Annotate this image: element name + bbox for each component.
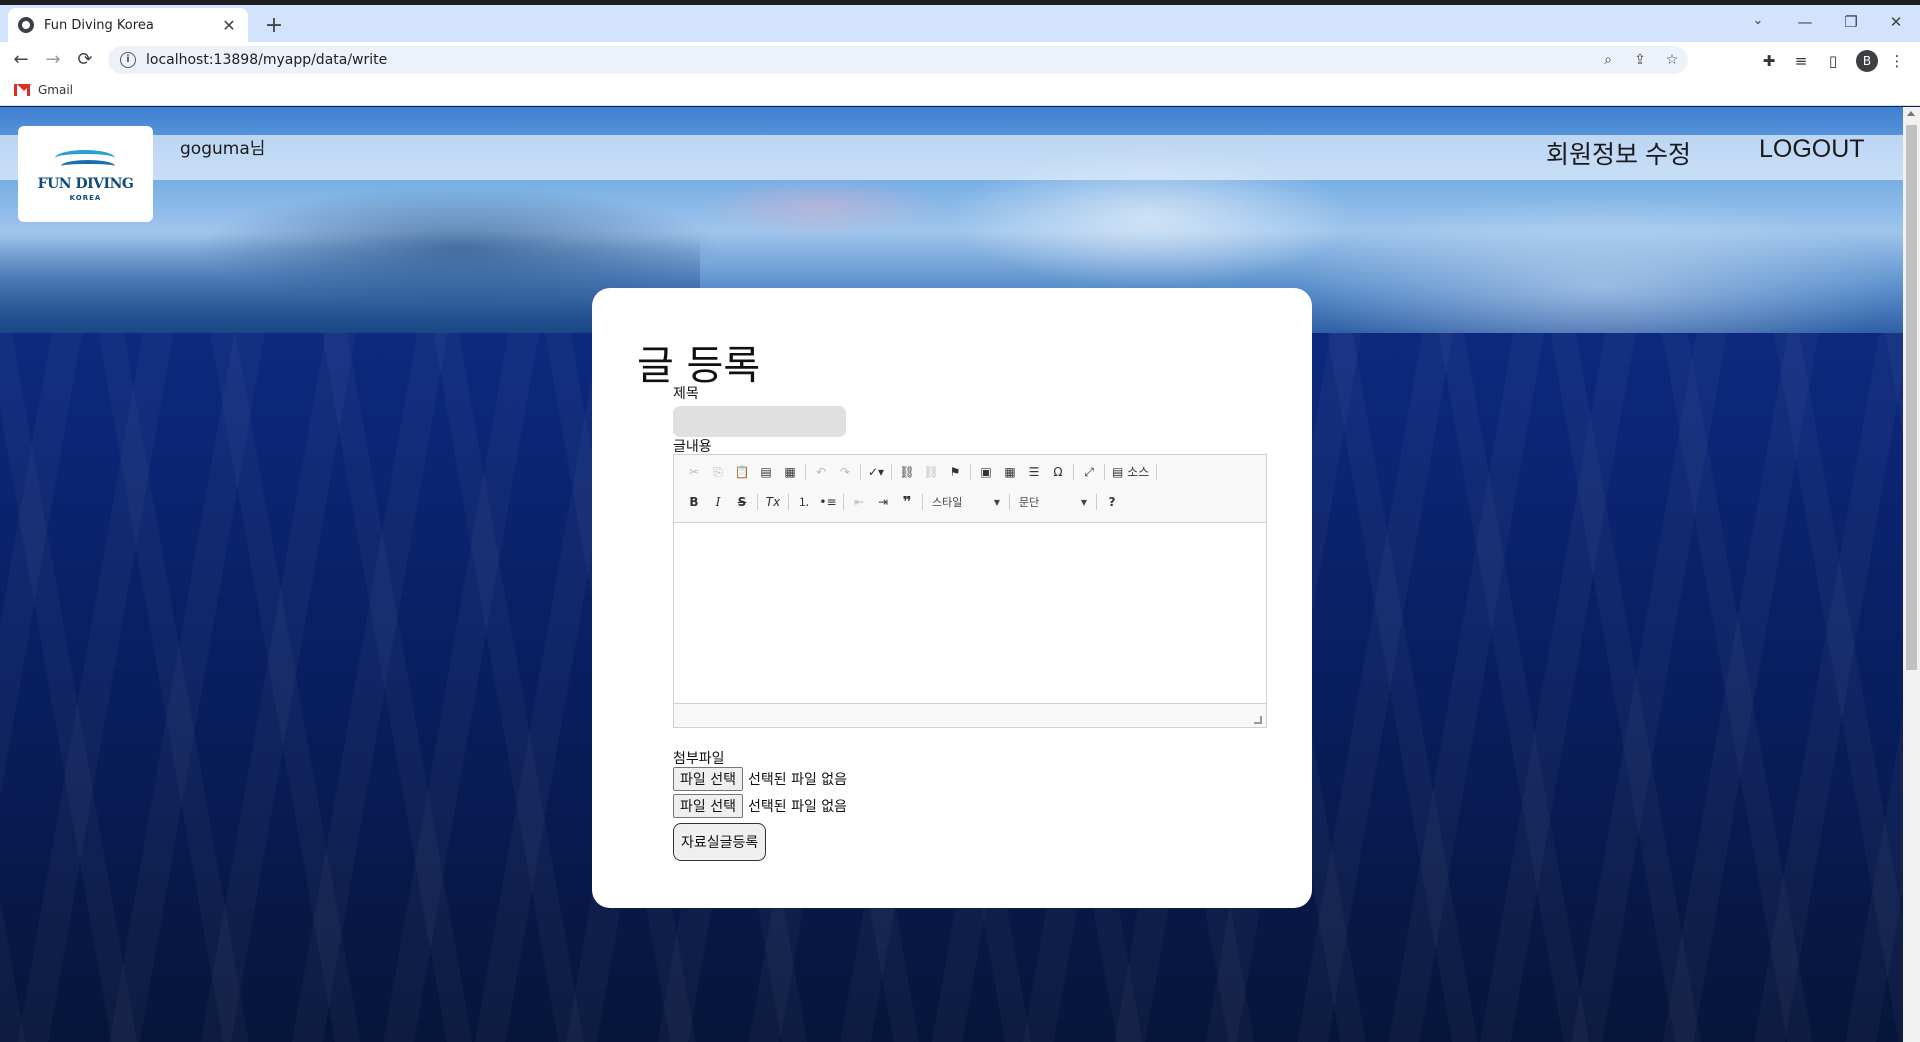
address-bar[interactable]: i localhost:13898/myapp/data/write ⌕ ⇪ ☆ [108,46,1688,74]
tab-strip: Fun Diving Korea ✕ + ⌄ — ❐ ✕ [0,5,1920,42]
zoom-icon[interactable]: ⌕ [1592,52,1624,68]
media-queue-icon[interactable]: ≡ [1790,50,1812,72]
paste-word-icon[interactable]: ▦ [778,461,802,483]
url-text[interactable]: localhost:13898/myapp/data/write [146,52,1592,68]
extensions-icon[interactable]: ✚ [1758,50,1780,72]
file-input-2: 파일 선택 선택된 파일 없음 [673,794,847,818]
site-info-icon[interactable]: i [120,52,136,68]
browser-tab[interactable]: Fun Diving Korea ✕ [8,8,248,42]
window-close-button[interactable]: ✕ [1884,13,1908,31]
logo-subtext: KOREA [69,194,102,202]
tab-close-icon[interactable]: ✕ [220,16,238,35]
style-dropdown-label: 스타일 [932,496,963,509]
bold-icon[interactable]: B [682,491,706,513]
globe-icon [18,17,34,33]
attachment-label: 첨부파일 [673,751,725,767]
title-label: 제목 [673,386,699,402]
bulleted-list-icon[interactable]: •≡ [816,491,840,513]
table-icon[interactable]: ▦ [998,461,1022,483]
unlink-icon[interactable]: ⛓ [919,461,943,483]
editor-toolbar: ✂ ⎘ 📋 ▤ ▦ ↶ ↷ ✓▾ ⛓ ⛓ ⚑ ▣ ▦ ☰ Ω ⤢ ▤ 소스 B … [674,455,1266,523]
tab-search-icon[interactable]: ⌄ [1746,13,1770,28]
horizontal-rule-icon[interactable]: ☰ [1022,461,1046,483]
cut-icon[interactable]: ✂ [682,461,706,483]
format-dropdown[interactable]: 문단 ▼ [1013,492,1093,512]
scrollbar-thumb[interactable] [1906,125,1917,670]
site-header-bar: goguma님 회원정보 수정 LOGOUT [0,135,1903,180]
menu-kebab-icon[interactable]: ⋮ [1886,50,1908,72]
style-dropdown[interactable]: 스타일 ▼ [926,492,1006,512]
gmail-icon [14,84,30,96]
outdent-icon[interactable]: ⇤ [847,491,871,513]
bookmark-star-icon[interactable]: ☆ [1656,52,1688,68]
restore-button[interactable]: ❐ [1839,13,1863,31]
username: goguma님 [180,139,266,159]
edit-profile-link[interactable]: 회원정보 수정 [1546,135,1691,171]
editor-status-bar [674,703,1266,727]
indent-icon[interactable]: ⇥ [871,491,895,513]
rich-text-editor: ✂ ⎘ 📋 ▤ ▦ ↶ ↷ ✓▾ ⛓ ⛓ ⚑ ▣ ▦ ☰ Ω ⤢ ▤ 소스 B … [673,454,1267,728]
source-button[interactable]: ▤ 소스 [1108,461,1153,483]
editor-toolbar-row-1: ✂ ⎘ 📋 ▤ ▦ ↶ ↷ ✓▾ ⛓ ⛓ ⚑ ▣ ▦ ☰ Ω ⤢ ▤ 소스 [682,460,1160,484]
file-input-1: 파일 선택 선택된 파일 없음 [673,767,847,791]
italic-icon[interactable]: I [706,491,730,513]
share-icon[interactable]: ⇪ [1624,52,1656,68]
source-icon: ▤ [1112,465,1128,479]
image-icon[interactable]: ▣ [974,461,998,483]
copy-icon[interactable]: ⎘ [706,461,730,483]
chevron-down-icon: ▼ [993,497,1000,507]
logo-text: FUN DIVING [37,176,134,192]
submit-button[interactable]: 자료실글등록 [673,823,767,861]
resize-handle-icon[interactable] [1254,716,1262,724]
tab-title: Fun Diving Korea [44,17,154,33]
back-button[interactable]: ← [9,48,33,72]
numbered-list-icon[interactable]: ⒈ [792,491,816,513]
dolphin-wave-icon [51,146,121,174]
chevron-down-icon: ▼ [1080,497,1087,507]
spellcheck-icon[interactable]: ✓▾ [864,461,888,483]
format-dropdown-label: 문단 [1019,496,1040,509]
paste-text-icon[interactable]: ▤ [754,461,778,483]
content-label: 글내용 [673,439,712,455]
anchor-flag-icon[interactable]: ⚑ [943,461,967,483]
choose-file-button-2[interactable]: 파일 선택 [673,794,743,818]
page-scrollbar[interactable] [1903,107,1920,1042]
minimize-button[interactable]: — [1793,13,1817,31]
paste-icon[interactable]: 📋 [730,461,754,483]
undo-icon[interactable]: ↶ [809,461,833,483]
logout-link[interactable]: LOGOUT [1759,135,1865,164]
file-status-2: 선택된 파일 없음 [747,799,848,815]
bookmark-gmail[interactable]: Gmail [14,83,73,97]
link-icon[interactable]: ⛓ [895,461,919,483]
site-logo[interactable]: FUN DIVING KOREA [18,126,153,222]
bookmark-gmail-label: Gmail [38,83,74,97]
choose-file-button-1[interactable]: 파일 선택 [673,767,743,791]
profile-avatar[interactable]: B [1856,50,1878,72]
page-viewport: goguma님 회원정보 수정 LOGOUT FUN DIVING KOREA … [0,107,1903,1042]
write-form-card: 글 등록 제목 글내용 ✂ ⎘ 📋 ▤ ▦ ↶ ↷ ✓▾ ⛓ ⛓ ⚑ ▣ ▦ ☰… [592,288,1312,908]
help-icon[interactable]: ? [1100,491,1124,513]
file-status-1: 선택된 파일 없음 [747,772,848,788]
blockquote-icon[interactable]: ❞ [895,491,919,513]
special-char-icon[interactable]: Ω [1046,461,1070,483]
new-tab-button[interactable]: + [262,15,286,39]
bookmarks-bar: Gmail [0,78,1920,106]
editor-toolbar-row-2: B I S Tx ⒈ •≡ ⇤ ⇥ ❞ 스타일 ▼ 문단 ▼ ? [682,490,1124,514]
maximize-icon[interactable]: ⤢ [1077,461,1101,483]
browser-toolbar: ← → ⟳ i localhost:13898/myapp/data/write… [0,42,1920,78]
forward-button[interactable]: → [41,48,65,72]
redo-icon[interactable]: ↷ [833,461,857,483]
title-input[interactable] [673,406,846,437]
reload-button[interactable]: ⟳ [73,48,97,72]
side-panel-icon[interactable]: ▯ [1822,50,1844,72]
strike-icon[interactable]: S [730,491,754,513]
source-label: 소스 [1127,465,1150,479]
remove-format-icon[interactable]: Tx [761,491,785,513]
scroll-up-arrow-icon[interactable] [1907,111,1915,116]
editor-content-area[interactable] [674,523,1266,703]
